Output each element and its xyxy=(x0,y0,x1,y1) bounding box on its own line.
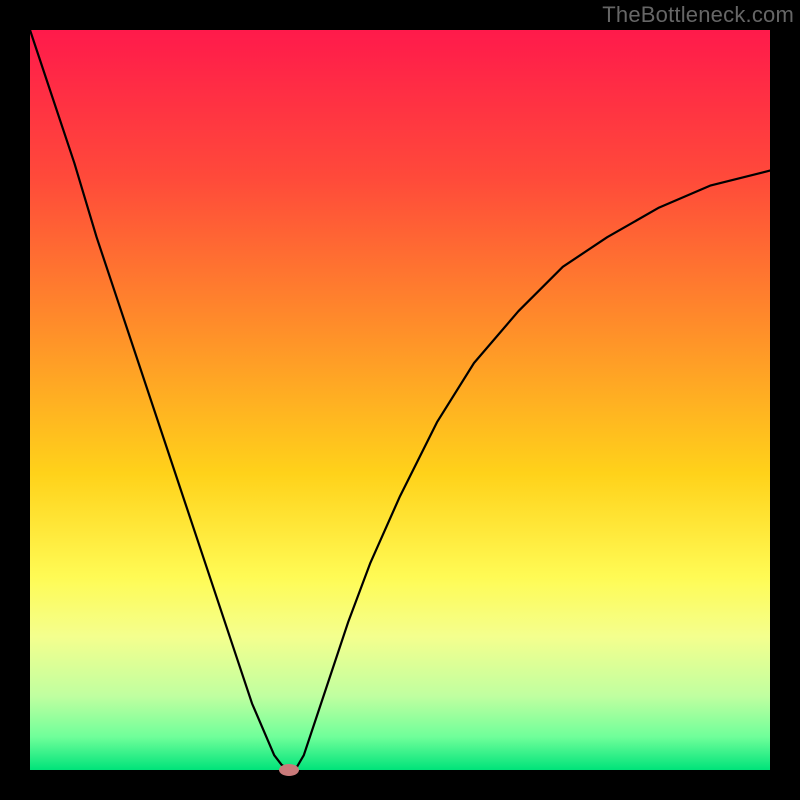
chart-svg xyxy=(0,0,800,800)
watermark-text: TheBottleneck.com xyxy=(602,2,794,28)
plot-background xyxy=(30,30,770,770)
bottleneck-chart: TheBottleneck.com xyxy=(0,0,800,800)
optimal-point-marker xyxy=(279,764,299,776)
